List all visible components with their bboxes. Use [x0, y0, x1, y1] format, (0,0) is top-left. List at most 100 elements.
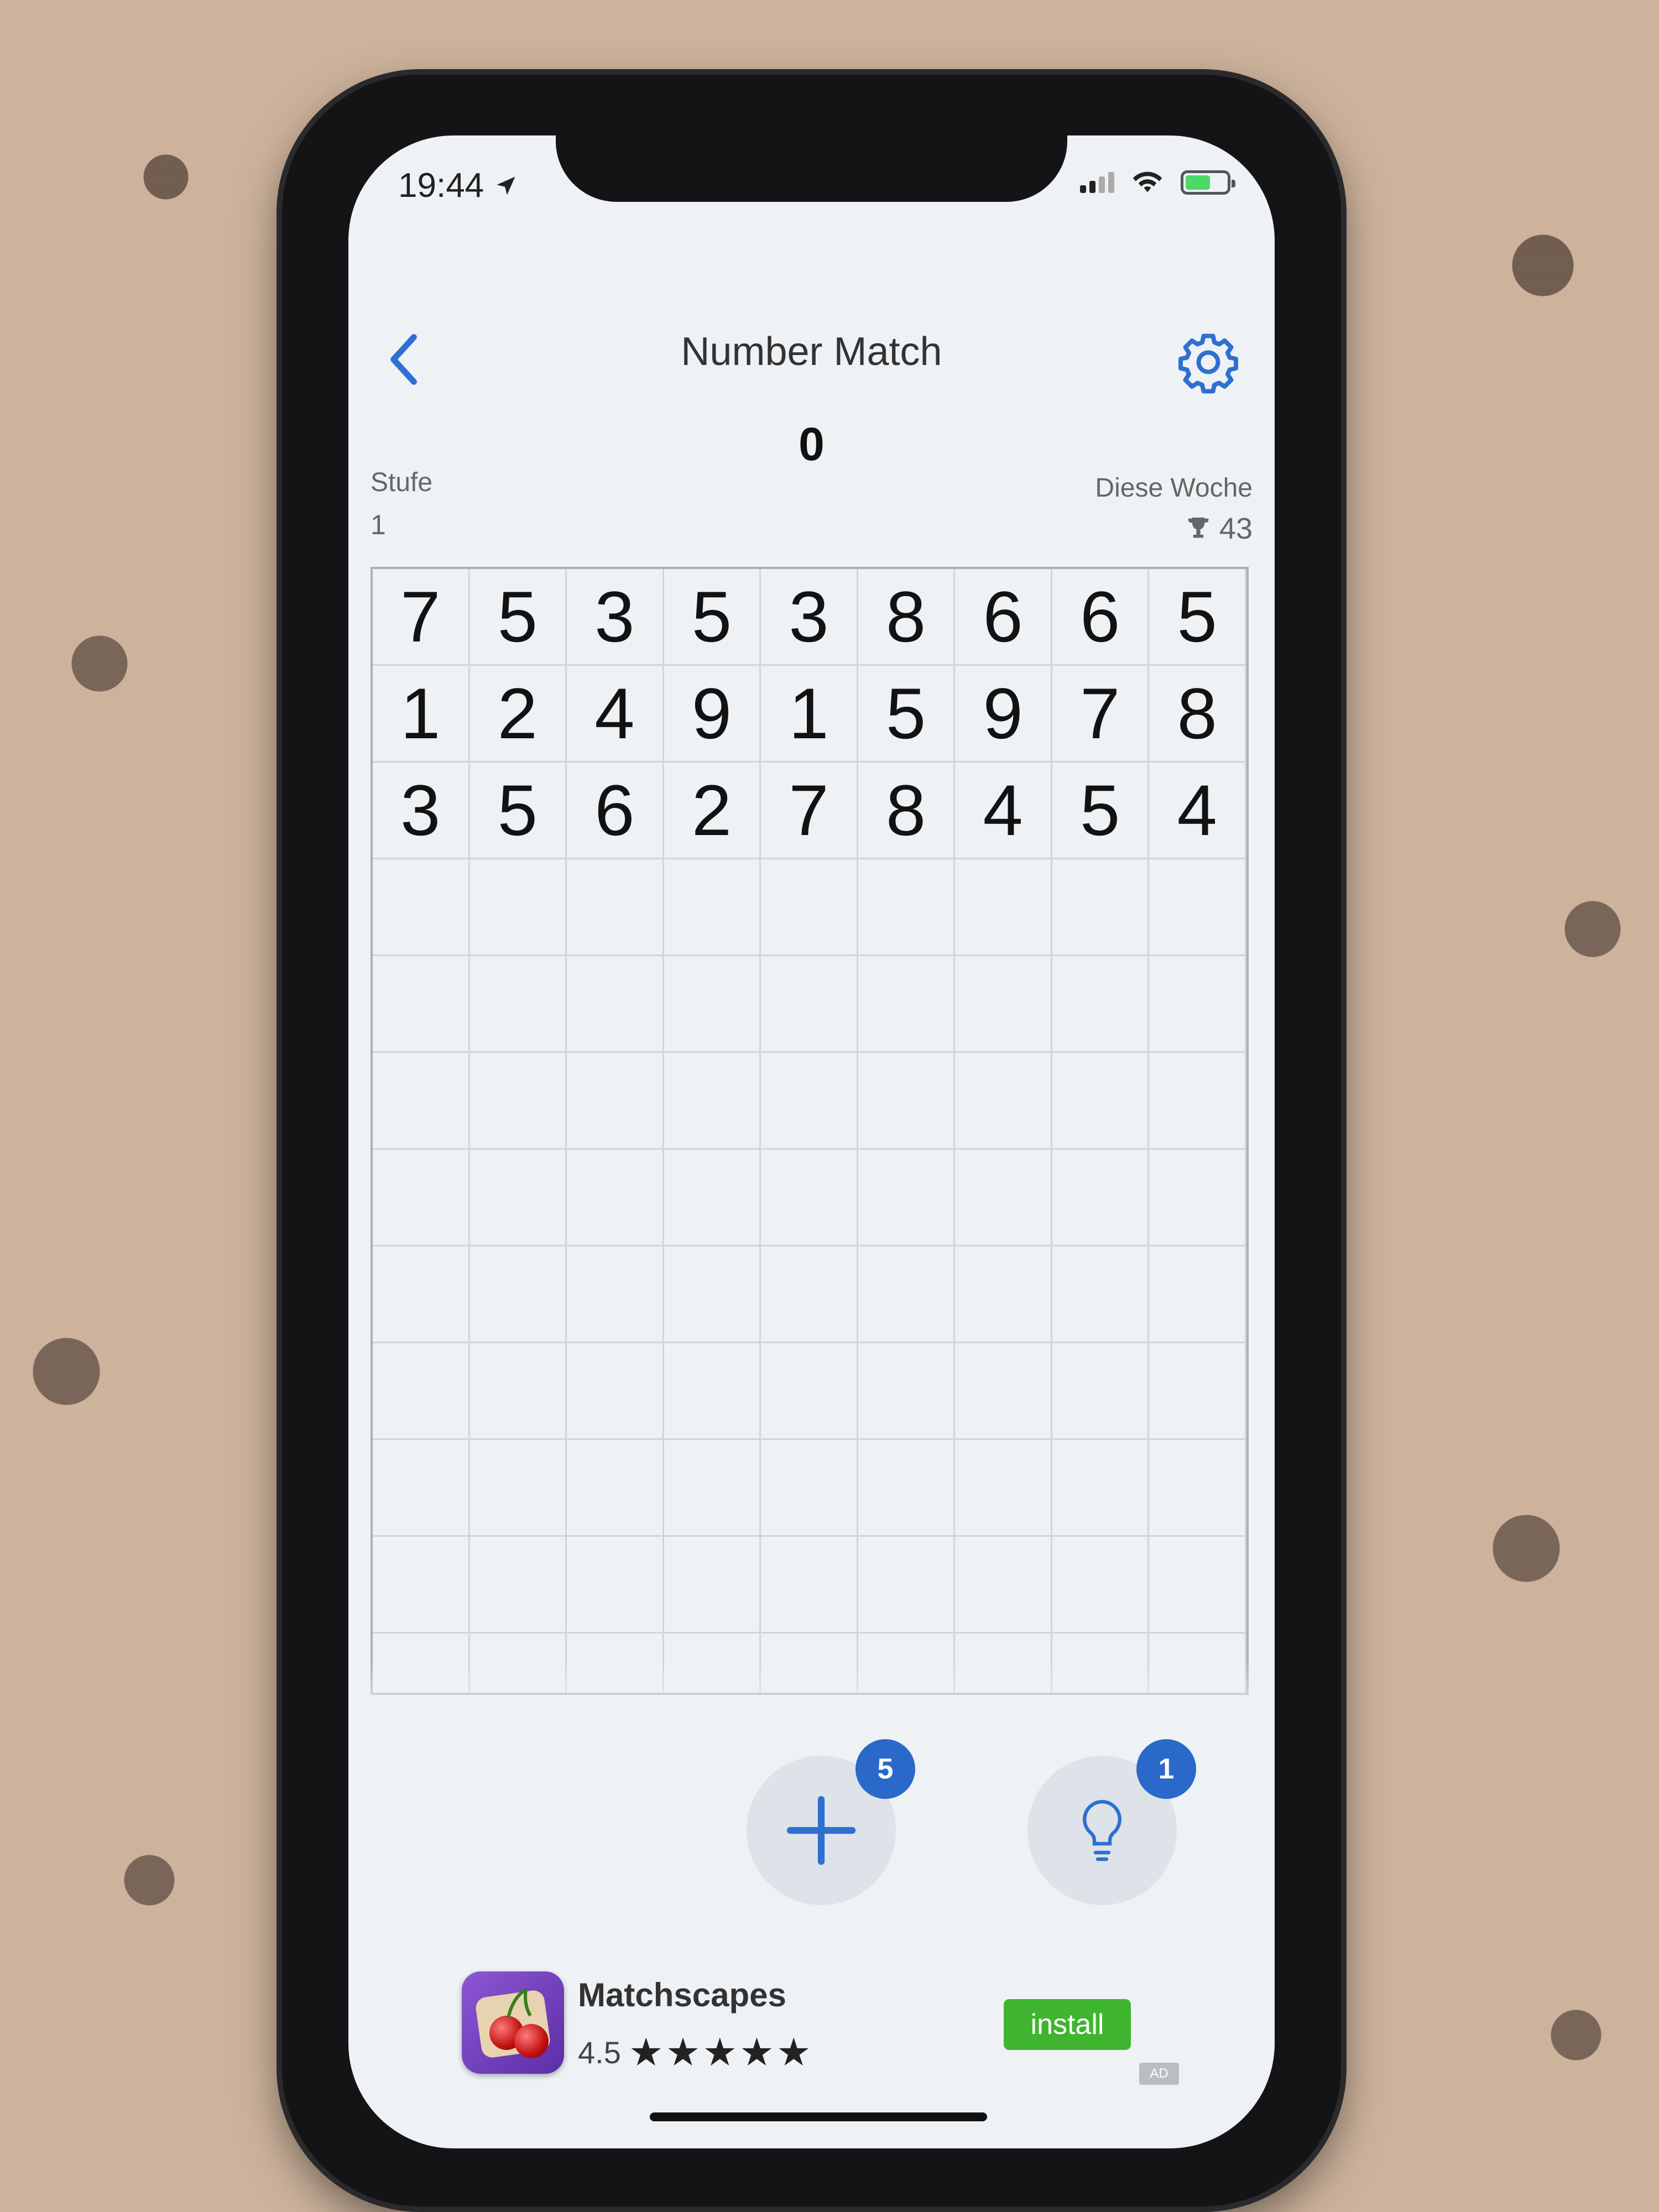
empty-cell [567, 1343, 664, 1440]
level-value: 1 [371, 509, 386, 540]
empty-cell [858, 859, 956, 956]
empty-cell [664, 1246, 761, 1343]
empty-cell [567, 1440, 664, 1537]
empty-cell [664, 1053, 761, 1150]
empty-cell [664, 1537, 761, 1634]
number-cell[interactable]: 6 [955, 569, 1052, 666]
empty-cell [761, 1246, 858, 1343]
number-cell[interactable]: 2 [469, 666, 567, 763]
number-cell[interactable]: 3 [373, 763, 470, 859]
number-cell[interactable]: 9 [955, 666, 1052, 763]
number-cell[interactable]: 8 [858, 763, 956, 859]
empty-cell [373, 859, 470, 956]
number-cell[interactable]: 9 [664, 666, 761, 763]
empty-cell [1149, 956, 1246, 1053]
number-cell[interactable]: 2 [664, 763, 761, 859]
number-cell[interactable]: 8 [858, 569, 956, 666]
add-numbers-button[interactable]: 5 [747, 1739, 915, 1905]
page-title: Number Match [681, 330, 942, 374]
empty-cell [1149, 859, 1246, 956]
empty-cell [955, 1150, 1052, 1246]
status-icons [1080, 170, 1235, 195]
signal-icon [1080, 172, 1114, 193]
settings-button[interactable] [1175, 329, 1241, 395]
number-cell[interactable]: 5 [1149, 569, 1246, 666]
empty-cell [373, 1053, 470, 1150]
empty-cell [761, 1440, 858, 1537]
empty-cell [664, 1440, 761, 1537]
number-cell[interactable]: 5 [858, 666, 956, 763]
notch [556, 135, 1067, 202]
empty-cell [567, 1053, 664, 1150]
empty-cell [567, 1246, 664, 1343]
number-cell[interactable]: 1 [373, 666, 470, 763]
hint-button[interactable]: 1 [1027, 1739, 1196, 1905]
number-cell[interactable]: 4 [1149, 763, 1246, 859]
ad-tag: AD [1139, 2063, 1179, 2085]
empty-cell [1052, 1440, 1150, 1537]
number-cell[interactable]: 4 [955, 763, 1052, 859]
number-grid: 753538665124915978356278454 [371, 567, 1249, 1695]
ad-app-icon[interactable] [462, 1971, 564, 2074]
wifi-icon [1133, 171, 1162, 192]
number-cell[interactable]: 5 [1052, 763, 1150, 859]
empty-cell [469, 956, 567, 1053]
empty-cell [664, 859, 761, 956]
empty-cell [1052, 1150, 1150, 1246]
empty-cell [1149, 1343, 1246, 1440]
number-cell[interactable]: 7 [1052, 666, 1150, 763]
empty-cell [469, 1150, 567, 1246]
hint-count-badge: 1 [1136, 1739, 1196, 1799]
empty-cell [1052, 1343, 1150, 1440]
ad-app-name[interactable]: Matchscapes [578, 1976, 786, 2014]
number-cell[interactable]: 5 [469, 763, 567, 859]
level-label: Stufe [371, 468, 433, 497]
number-cell[interactable]: 3 [761, 569, 858, 666]
empty-cell [567, 859, 664, 956]
add-count-badge: 5 [855, 1739, 915, 1799]
empty-cell [1149, 1537, 1246, 1634]
plus-icon [786, 1796, 856, 1865]
battery-icon [1181, 170, 1235, 195]
gear-icon [1178, 333, 1238, 394]
empty-cell [858, 1150, 956, 1246]
number-cell[interactable]: 6 [1052, 569, 1150, 666]
grid-fade [365, 1662, 1255, 1728]
empty-cell [858, 956, 956, 1053]
number-cell[interactable]: 7 [373, 569, 470, 666]
week-score: 43 [1186, 512, 1253, 546]
number-cell[interactable]: 3 [567, 569, 664, 666]
empty-cell [567, 1537, 664, 1634]
week-score-value: 43 [1219, 512, 1253, 545]
empty-cell [955, 1343, 1052, 1440]
empty-cell [1149, 1246, 1246, 1343]
empty-cell [469, 859, 567, 956]
home-indicator[interactable] [650, 2112, 987, 2121]
empty-cell [761, 859, 858, 956]
number-cell[interactable]: 8 [1149, 666, 1246, 763]
empty-cell [955, 1537, 1052, 1634]
empty-cell [858, 1537, 956, 1634]
install-button[interactable]: install [1004, 1999, 1131, 2050]
trophy-icon [1188, 517, 1209, 538]
number-cell[interactable]: 5 [469, 569, 567, 666]
ad-banner[interactable]: Matchscapes 4.5 ★★★★★ install AD [462, 1971, 1181, 2088]
empty-cell [955, 859, 1052, 956]
number-cell[interactable]: 4 [567, 666, 664, 763]
empty-cell [373, 1343, 470, 1440]
empty-cell [1149, 1440, 1246, 1537]
empty-cell [373, 1150, 470, 1246]
app-screen: 19:44 Number Match 0 Stufe 1 Diese Woche… [348, 135, 1275, 2148]
number-cell[interactable]: 5 [664, 569, 761, 666]
number-cell[interactable]: 7 [761, 763, 858, 859]
number-cell[interactable]: 1 [761, 666, 858, 763]
empty-cell [761, 1053, 858, 1150]
empty-cell [761, 1537, 858, 1634]
ad-rating-value: 4.5 [578, 2034, 621, 2070]
empty-cell [373, 1537, 470, 1634]
number-cell[interactable]: 6 [567, 763, 664, 859]
empty-cell [955, 1246, 1052, 1343]
empty-cell [858, 1053, 956, 1150]
lightbulb-icon [1083, 1799, 1121, 1861]
empty-cell [469, 1053, 567, 1150]
